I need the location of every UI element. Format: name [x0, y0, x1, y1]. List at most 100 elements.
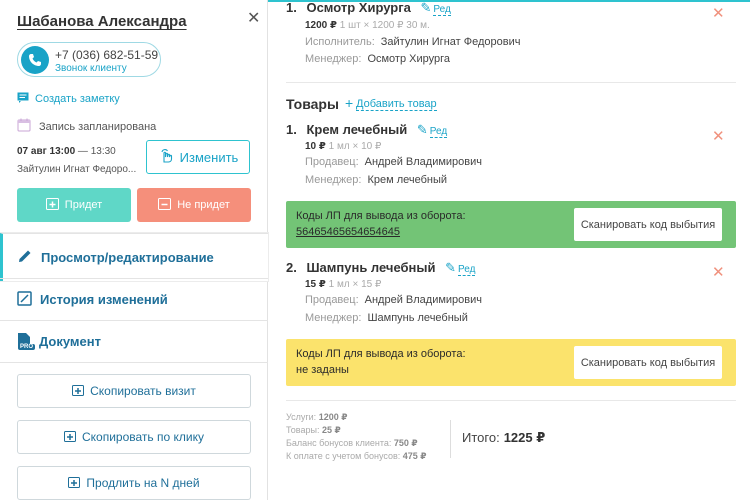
pro-badge: PRO: [18, 344, 36, 350]
visit-end: — 13:30: [75, 146, 116, 157]
summary-bonus: Баланс бонусов клиента: 750 ₽: [286, 438, 418, 449]
divider: [286, 400, 736, 401]
goods-item-manager: Менеджер: Крем лечебный: [305, 174, 447, 186]
total: Итого: 1225 ₽: [462, 430, 545, 446]
delete-service-icon[interactable]: ✕: [712, 4, 725, 22]
summary-topay-label: К оплате с учетом бонусов:: [286, 451, 401, 461]
scan-code-button[interactable]: Сканировать код выбытия: [574, 208, 722, 241]
visit-datetime: 07 авг 13:00 — 13:30: [17, 146, 116, 157]
calendar-icon: [17, 118, 31, 135]
goods-item-edit-link[interactable]: Ред: [429, 126, 448, 138]
summary-services-label: Услуги:: [286, 412, 317, 422]
manager-value: Осмотр Хирурга: [367, 53, 451, 65]
call-client-button[interactable]: +7 (036) 682-51-59 Звонок клиенту: [17, 42, 161, 77]
divider: [286, 82, 736, 83]
delete-goods-icon[interactable]: ✕: [712, 127, 725, 145]
tab-view-edit[interactable]: Просмотр/редактирование: [0, 233, 268, 281]
summary-goods-value: 25 ₽: [321, 425, 341, 435]
tab-history-label: История изменений: [40, 292, 168, 307]
tab-document-label: Документ: [39, 334, 101, 349]
client-sidebar: Шабанова Александра ✕ +7 (036) 682-51-59…: [0, 0, 268, 500]
call-client-label: Звонок клиенту: [55, 63, 127, 74]
summary-goods-label: Товары:: [286, 425, 320, 435]
extend-days-label: Продлить на N дней: [86, 476, 200, 490]
copy-visit-label: Скопировать визит: [90, 384, 196, 398]
edit-pencil-icon: ✎: [416, 122, 428, 137]
manager-label: Менеджер:: [305, 312, 362, 324]
codes-label: Коды ЛП для вывода из оборота:: [296, 210, 466, 222]
summary-bonus-value: 750 ₽: [393, 438, 418, 448]
goods-title: Товары: [286, 96, 339, 112]
calendar-minus-icon: [158, 197, 172, 213]
goods-item-price: 10 ₽ 1 мл × 10 ₽: [305, 141, 381, 152]
delete-goods-icon[interactable]: ✕: [712, 263, 725, 281]
menu-divider: [0, 362, 268, 363]
seller-label: Продавец:: [305, 156, 359, 168]
goods-item-price-detail: 1 мл × 10 ₽: [325, 141, 382, 152]
manager-label: Менеджер:: [305, 53, 362, 65]
goods-item-price: 15 ₽ 1 мл × 15 ₽: [305, 279, 381, 290]
codes-label: Коды ЛП для вывода из оборота:: [296, 348, 466, 360]
scan-code-button[interactable]: Сканировать код выбытия: [574, 346, 722, 379]
service-price-detail: 1 шт × 1200 ₽ 30 м.: [336, 20, 430, 31]
service-manager: Менеджер: Осмотр Хирурга: [305, 53, 450, 65]
service-name: Осмотр Хирурга: [306, 0, 411, 15]
goods-item-name: Крем лечебный: [306, 122, 408, 137]
close-icon[interactable]: ✕: [247, 8, 260, 28]
goods-item-title: 2. Шампунь лечебный ✎ Ред: [286, 260, 476, 276]
service-title: 1. Осмотр Хирурга ✎ Ред: [286, 0, 451, 16]
schedule-status-text: Запись запланирована: [39, 120, 157, 133]
summary-separator: [450, 420, 451, 458]
calendar-plus-icon: [72, 384, 85, 399]
extend-days-button[interactable]: Продлить на N дней: [17, 466, 251, 500]
goods-item-price-value: 10 ₽: [305, 141, 326, 152]
codes-box-ok: Коды ЛП для вывода из оборота: 564654656…: [286, 201, 736, 248]
add-goods-link[interactable]: Добавить товар: [356, 98, 437, 111]
service-price-value: 1200 ₽: [305, 20, 337, 31]
note-icon: [17, 92, 29, 106]
performer-value: Зайтулин Игнат Федорович: [380, 36, 521, 48]
service-edit-link[interactable]: Ред: [433, 4, 451, 16]
summary-services-value: 1200 ₽: [318, 412, 348, 422]
calendar-plus-icon: [45, 197, 59, 213]
service-performer: Исполнитель: Зайтулин Игнат Федорович: [305, 36, 520, 48]
total-label: Итого:: [462, 430, 500, 445]
codes-value[interactable]: 56465465654654645: [296, 226, 400, 238]
plus-icon: +: [345, 95, 354, 111]
tab-history[interactable]: История изменений: [0, 278, 268, 320]
goods-item-price-value: 15 ₽: [305, 279, 326, 290]
visit-employee: Зайтулин Игнат Федоро...: [17, 164, 137, 175]
will-come-button[interactable]: Придет: [17, 188, 131, 222]
wont-come-button[interactable]: Не придет: [137, 188, 251, 222]
service-num: 1.: [286, 0, 297, 15]
goods-item-title: 1. Крем лечебный ✎ Ред: [286, 122, 448, 138]
copy-visit-button[interactable]: Скопировать визит: [17, 374, 251, 408]
seller-value: Андрей Владимирович: [364, 294, 483, 306]
create-note-link[interactable]: Создать заметку: [17, 92, 120, 106]
schedule-status: Запись запланирована: [17, 118, 156, 135]
summary-topay: К оплате с учетом бонусов: 475 ₽: [286, 451, 427, 462]
goods-item-seller: Продавец: Андрей Владимирович: [305, 294, 482, 306]
manager-value: Шампунь лечебный: [367, 312, 468, 324]
goods-item-num: 2.: [286, 260, 297, 275]
summary-services: Услуги: 1200 ₽: [286, 412, 348, 423]
manager-value: Крем лечебный: [367, 174, 448, 186]
tab-document[interactable]: PRO Документ: [0, 320, 268, 362]
will-come-label: Придет: [64, 199, 103, 211]
copy-by-click-button[interactable]: Скопировать по клику: [17, 420, 251, 454]
change-button[interactable]: Изменить: [146, 140, 250, 174]
hand-pointer-icon: [158, 148, 174, 167]
performer-label: Исполнитель:: [305, 36, 375, 48]
summary-topay-value: 475 ₽: [402, 451, 427, 461]
goods-item-num: 1.: [286, 122, 297, 137]
calendar-plus-icon: [68, 476, 81, 491]
wont-come-label: Не придет: [177, 199, 230, 211]
goods-item-edit-link[interactable]: Ред: [458, 264, 476, 276]
client-name[interactable]: Шабанова Александра: [17, 13, 187, 30]
summary-bonus-label: Баланс бонусов клиента:: [286, 438, 392, 448]
visit-start: 07 авг 13:00: [17, 146, 76, 157]
phone-icon: [21, 46, 49, 74]
history-icon: [17, 290, 32, 309]
copy-by-click-label: Скопировать по клику: [82, 430, 204, 444]
calendar-plus-icon: [64, 430, 76, 445]
